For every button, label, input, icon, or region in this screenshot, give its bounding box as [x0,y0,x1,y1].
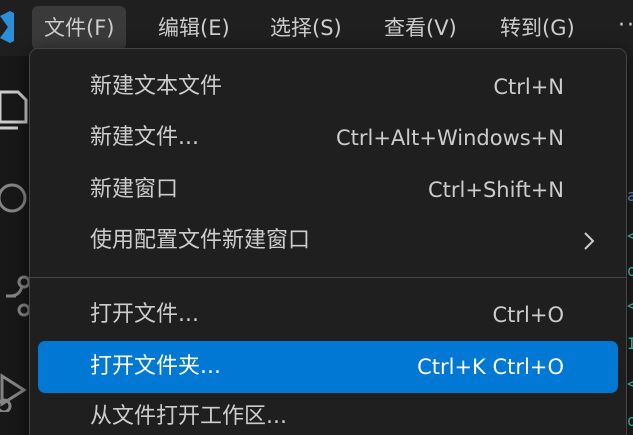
menu-item-label: 从文件打开工作区... [90,404,287,429]
chevron-right-icon [584,232,595,250]
menu-item-label: 新建文本文件 [90,74,223,99]
menu-item-label: 打开文件夹... [90,354,221,379]
menu-item-new-file[interactable]: 新建文件... Ctrl+Alt+Windows+N [38,112,618,164]
menu-item-open-file[interactable]: 打开文件... Ctrl+O [38,289,618,341]
menu-item-new-text-file[interactable]: 新建文本文件 Ctrl+N [38,61,618,113]
code-glyph: < [627,374,633,393]
menu-item-shortcut: Ctrl+Alt+Windows+N [335,126,564,150]
more-menus-icon[interactable]: ·· [618,4,633,48]
menu-item-label: 新建窗口 [90,177,179,202]
code-glyph: I [627,334,633,353]
explorer-icon[interactable] [0,86,30,130]
code-glyph: o [627,261,633,280]
file-menu-dropdown: 新建文本文件 Ctrl+N 新建文件... Ctrl+Alt+Windows+N… [29,48,627,435]
menu-item-shortcut: Ctrl+K Ctrl+O [417,355,564,379]
code-glyph: a [627,186,633,205]
vscode-logo-icon [0,11,14,43]
menu-item-label: 使用配置文件新建窗口 [90,228,311,253]
menu-item-label: 新建文件... [90,125,199,150]
run-debug-icon[interactable] [0,368,30,412]
menu-separator [30,277,626,278]
menu-item-label: 打开文件... [90,302,199,327]
menu-item-open-folder[interactable]: 打开文件夹... Ctrl+K Ctrl+O [38,341,618,393]
menu-file[interactable]: 文件(F) [32,6,127,50]
search-icon[interactable] [0,176,30,220]
menu-view[interactable]: 查看(V) [372,6,469,50]
menu-selection[interactable]: 选择(S) [258,6,354,50]
code-glyph: < [627,226,633,245]
source-control-icon[interactable] [0,274,30,318]
menu-item-shortcut: Ctrl+N [493,75,564,99]
menu-item-shortcut: Ctrl+O [492,303,565,327]
activity-bar [0,56,30,435]
code-glyph: o [627,411,633,430]
menu-item-open-workspace-from-file[interactable]: 从文件打开工作区... [38,391,618,435]
menu-item-new-window[interactable]: 新建窗口 Ctrl+Shift+N [38,164,618,216]
menu-edit[interactable]: 编辑(E) [146,6,242,50]
menu-item-shortcut: Ctrl+Shift+N [428,178,564,202]
editor-area: a < o < I < o [626,56,633,435]
vscode-window: 文件(F) 编辑(E) 选择(S) 查看(V) 转到(G) ·· a < o < [0,0,633,435]
menu-go[interactable]: 转到(G) [488,6,587,50]
menu-item-new-window-with-profile[interactable]: 使用配置文件新建窗口 [38,215,618,267]
code-glyph: < [627,296,633,315]
